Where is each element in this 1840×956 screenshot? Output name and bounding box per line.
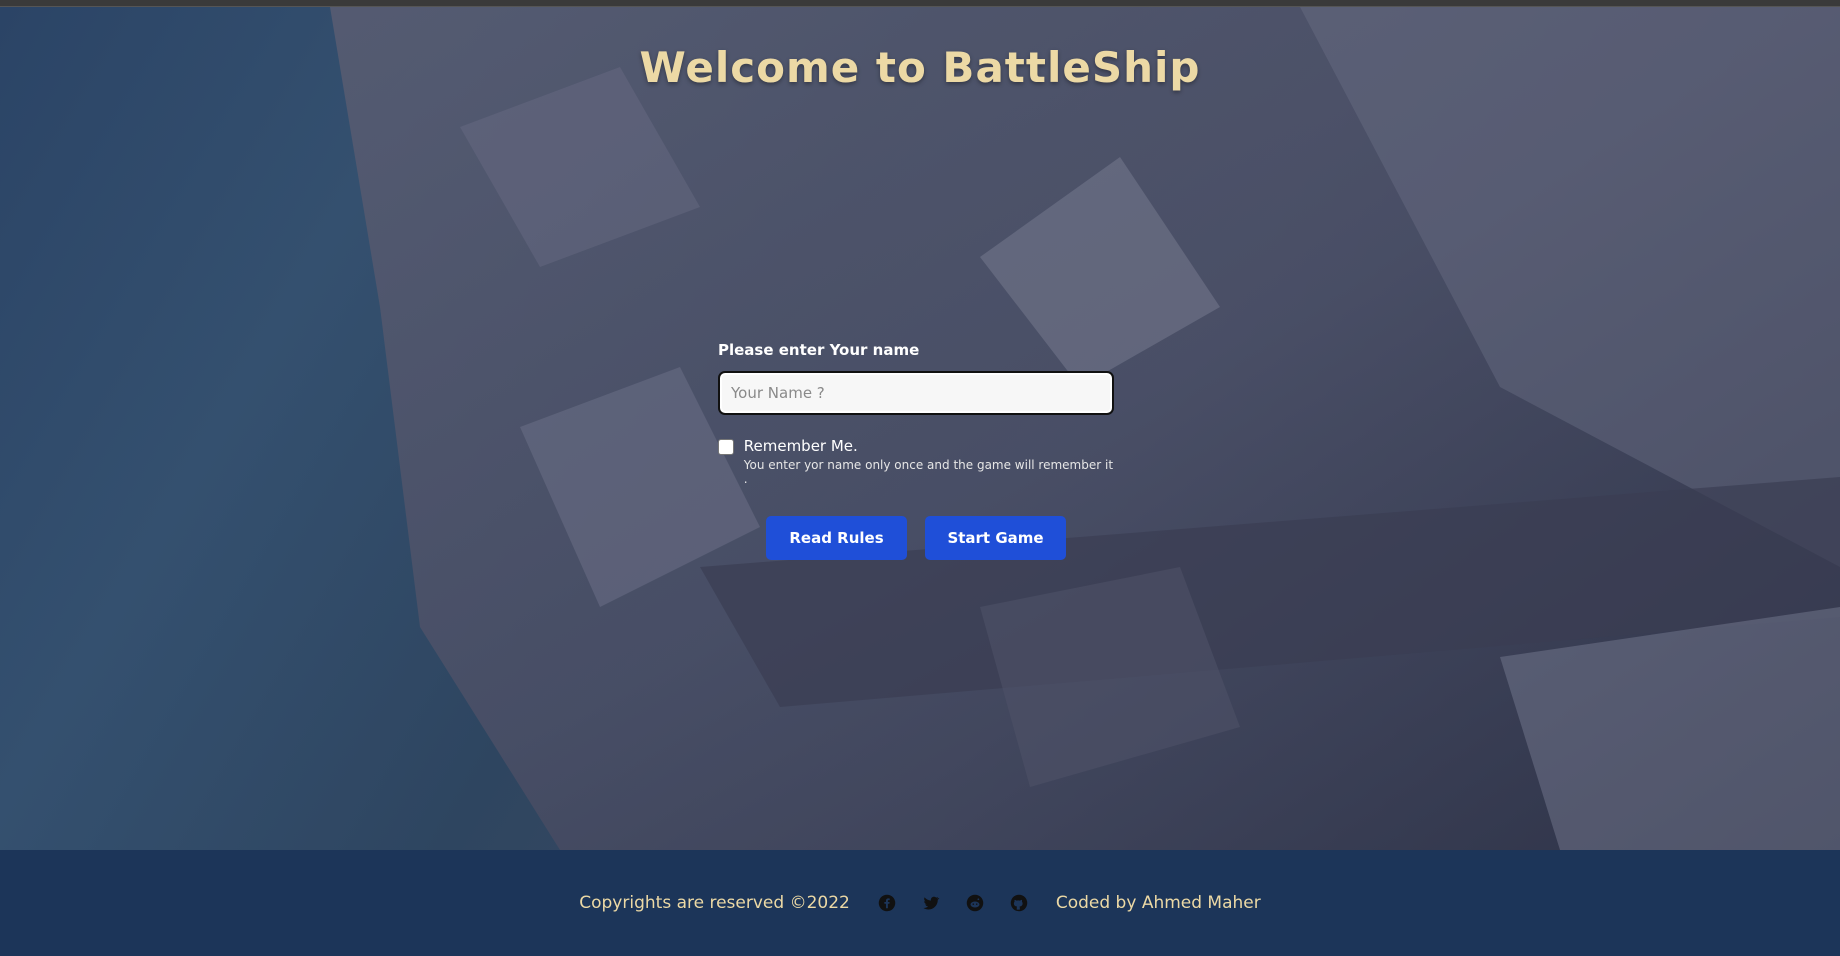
credit-text: Coded by Ahmed Maher (1055, 893, 1261, 913)
browser-top-bar (0, 0, 1840, 7)
remember-me-help: You enter yor name only once and the gam… (743, 458, 1114, 486)
action-buttons: Read Rules Start Game (766, 516, 1066, 560)
name-input[interactable] (718, 371, 1114, 415)
remember-me-label[interactable]: Remember Me. (744, 437, 1114, 455)
footer: Copyrights are reserved ©2022 Coded by A… (0, 850, 1840, 956)
hero-background: Welcome to BattleShip Please enter Your … (0, 7, 1840, 850)
copyright-text: Copyrights are reserved ©2022 (579, 893, 850, 913)
reddit-icon[interactable] (964, 892, 986, 914)
github-icon[interactable] (1008, 892, 1030, 914)
social-links (876, 892, 1030, 914)
read-rules-button[interactable]: Read Rules (766, 516, 907, 560)
start-game-button[interactable]: Start Game (925, 516, 1066, 560)
twitter-icon[interactable] (920, 892, 942, 914)
name-form: Please enter Your name Remember Me. You … (718, 341, 1114, 486)
name-label: Please enter Your name (718, 341, 920, 359)
remember-me-checkbox[interactable] (718, 439, 734, 455)
remember-me-row: Remember Me. You enter yor name only onc… (718, 437, 1114, 486)
facebook-icon[interactable] (876, 892, 898, 914)
page-title: Welcome to BattleShip (639, 43, 1201, 92)
remember-me-text: Remember Me. You enter yor name only onc… (744, 437, 1114, 486)
